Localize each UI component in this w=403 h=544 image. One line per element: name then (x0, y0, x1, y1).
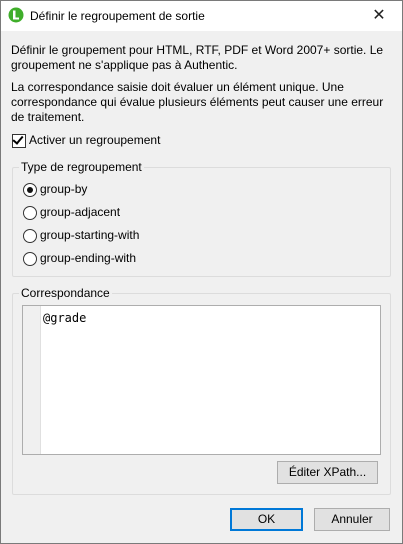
dialog-window: Définir le regroupement de sortie ✕ Défi… (0, 0, 403, 544)
grouping-type-legend: Type de regroupement (19, 160, 144, 174)
match-legend: Correspondance (19, 286, 112, 300)
radio-group-by[interactable] (23, 183, 37, 197)
dialog-title: Définir le regroupement de sortie (30, 9, 205, 23)
radio-group-starting-with[interactable] (23, 229, 37, 243)
close-button[interactable]: ✕ (356, 1, 402, 31)
enable-grouping-checkbox[interactable] (12, 133, 26, 148)
radio-selected-dot (27, 187, 33, 193)
ok-button[interactable]: OK (230, 508, 303, 531)
intro-paragraph-2: La correspondance saisie doit évaluer un… (11, 80, 384, 124)
title-bar: Définir le regroupement de sortie ✕ (1, 1, 402, 31)
edit-xpath-button[interactable]: Éditer XPath... (277, 461, 378, 484)
checkmark-icon (12, 133, 24, 145)
match-expression[interactable]: @grade (43, 311, 86, 325)
radio-label-group-by[interactable]: group-by (40, 182, 87, 196)
cancel-button[interactable]: Annuler (314, 508, 390, 531)
app-icon (8, 7, 24, 23)
editor-gutter (23, 306, 41, 454)
enable-grouping-label[interactable]: Activer un regroupement (29, 133, 160, 147)
match-xpath-editor[interactable]: @grade (22, 305, 381, 455)
radio-group-ending-with[interactable] (23, 252, 37, 266)
radio-label-group-ending-with[interactable]: group-ending-with (40, 251, 136, 265)
radio-group-adjacent[interactable] (23, 206, 37, 220)
close-icon: ✕ (372, 7, 386, 24)
intro-paragraph-1: Définir le groupement pour HTML, RTF, PD… (11, 43, 384, 72)
radio-label-group-starting-with[interactable]: group-starting-with (40, 228, 139, 242)
radio-label-group-adjacent[interactable]: group-adjacent (40, 205, 120, 219)
